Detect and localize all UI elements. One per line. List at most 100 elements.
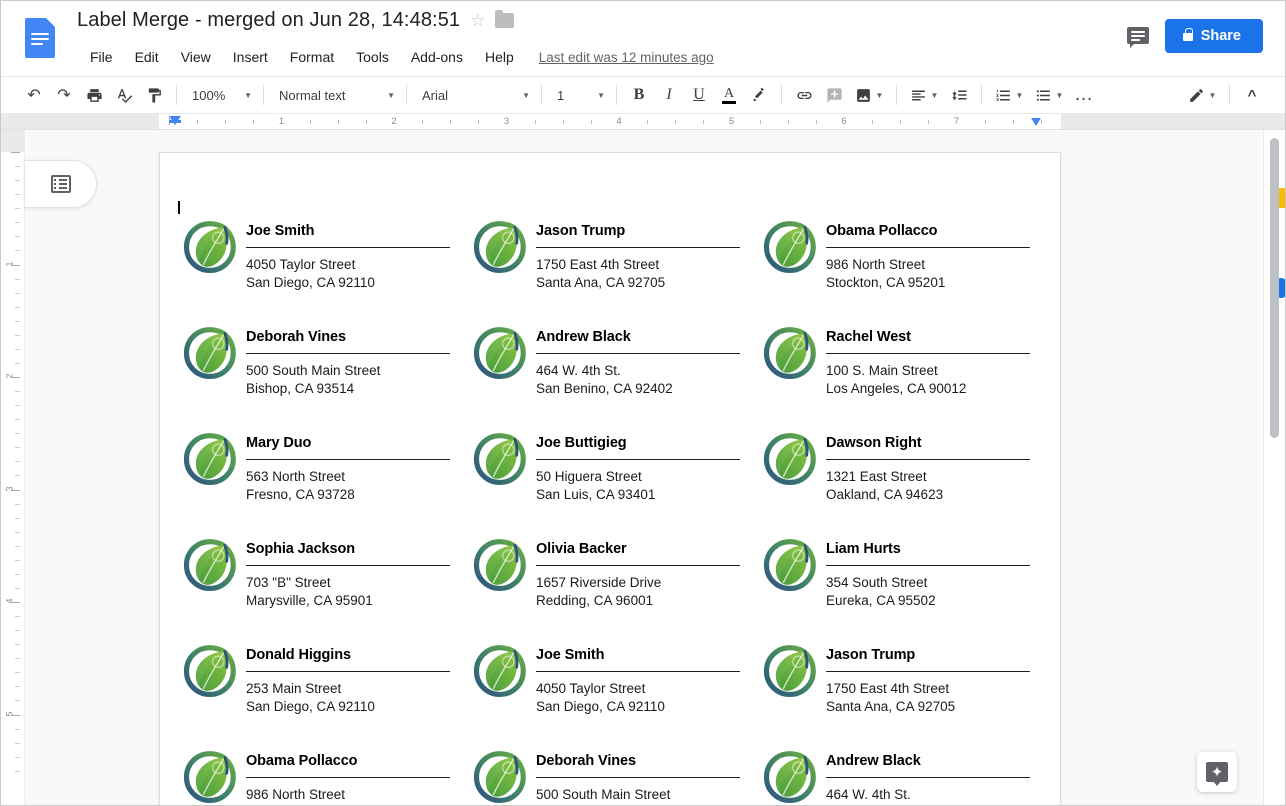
highlight-icon[interactable] — [744, 81, 774, 109]
label-recipient-name: Andrew Black — [826, 753, 921, 769]
vruler-tick — [15, 573, 20, 575]
right-indent-marker[interactable] — [1031, 118, 1041, 126]
align-icon[interactable]: ▼ — [904, 81, 944, 109]
horizontal-ruler[interactable]: 1 2 3 4 5 6 7 — [1, 113, 1285, 130]
label-cell: Sophia Jackson 703 "B" Street Marysville, … — [178, 531, 468, 637]
underline-button[interactable]: U — [684, 81, 714, 109]
paragraph-style-value: Normal text — [279, 87, 346, 103]
label-city: Santa Ana, CA 92705 — [536, 275, 666, 290]
numbered-list-icon[interactable]: ▼ — [989, 81, 1029, 109]
print-icon[interactable] — [79, 81, 109, 109]
chevron-down-icon: ▼ — [1055, 90, 1064, 100]
bold-button[interactable]: B — [624, 81, 654, 109]
label-street: 500 South Main Street — [536, 787, 671, 802]
line-spacing-icon[interactable] — [944, 81, 974, 109]
font-size-select[interactable]: 1 ▼ — [549, 82, 609, 109]
font-family-select[interactable]: Arial ▼ — [414, 82, 534, 109]
left-indent-marker[interactable] — [169, 116, 181, 125]
collapse-toolbar-icon[interactable]: ^ — [1237, 81, 1267, 109]
label-recipient-name: Obama Pollacco — [826, 223, 938, 239]
label-recipient-name: Jason Trump — [536, 223, 626, 239]
ruler-tick — [422, 120, 424, 124]
menu-format[interactable]: Format — [279, 46, 345, 68]
document-outline-button[interactable] — [25, 160, 97, 208]
paint-format-icon[interactable] — [139, 81, 169, 109]
menu-insert[interactable]: Insert — [222, 46, 279, 68]
vruler-tick — [15, 770, 20, 772]
spellcheck-icon[interactable] — [109, 81, 139, 109]
vruler-tick — [15, 531, 20, 533]
chevron-down-icon: ▼ — [1015, 90, 1024, 100]
scrollbar-thumb[interactable] — [1270, 138, 1279, 438]
zoom-select[interactable]: 100% ▼ — [184, 82, 256, 109]
explore-button[interactable]: ✦ — [1197, 752, 1237, 792]
label-city: Stockton, CA 95201 — [826, 275, 946, 290]
menu-help[interactable]: Help — [474, 46, 525, 68]
vruler-number: 3 — [4, 485, 15, 492]
vruler-tick — [15, 461, 20, 463]
label-address: 1321 East Street Oakland, CA 94623 — [826, 468, 1030, 504]
menu-addons[interactable]: Add-ons — [400, 46, 474, 68]
explore-star-glyph: ✦ — [1210, 763, 1224, 781]
insert-link-icon[interactable] — [789, 81, 819, 109]
editing-mode-icon[interactable]: ▼ — [1182, 81, 1222, 109]
label-text-block: Obama Pollacco 986 North Street Stockton, … — [826, 213, 1048, 292]
bulleted-list-icon[interactable]: ▼ — [1029, 81, 1069, 109]
insert-image-icon[interactable]: ▼ — [849, 81, 889, 109]
menu-file[interactable]: File — [79, 46, 124, 68]
vruler-tick — [15, 686, 20, 688]
ruler-track: 1 2 3 4 5 6 7 — [159, 114, 1225, 129]
star-icon[interactable]: ☆ — [470, 12, 485, 29]
label-text-block: Joe Smith 4050 Taylor Street San Diego, CA… — [536, 637, 758, 716]
comment-icon[interactable] — [1126, 26, 1149, 48]
text-color-button[interactable]: A — [714, 81, 744, 109]
font-size-value: 1 — [557, 87, 565, 103]
label-divider — [536, 671, 740, 672]
ruler-tick — [815, 120, 817, 124]
label-divider — [536, 565, 740, 566]
label-address: 464 W. 4th St.San Benino, CA 92402 — [826, 786, 1030, 805]
add-comment-icon[interactable] — [819, 81, 849, 109]
label-address: 100 S. Main Street Los Angeles, CA 90012 — [826, 362, 1030, 398]
company-leaf-logo-icon — [468, 219, 528, 277]
italic-button[interactable]: I — [654, 81, 684, 109]
label-street: 986 North Street — [826, 257, 926, 272]
app-header: Label Merge - merged on Jun 28, 14:48:51… — [1, 1, 1285, 76]
vertical-scrollbar[interactable] — [1270, 138, 1279, 798]
ruler-tick — [703, 120, 705, 124]
move-to-folder-icon[interactable] — [495, 10, 515, 28]
vruler-tick — [15, 447, 20, 449]
share-button-label: Share — [1200, 28, 1241, 44]
ruler-tick — [365, 120, 367, 124]
document-page[interactable]: Joe Smith 4050 Taylor Street San Diego, CA… — [159, 152, 1061, 805]
label-recipient-name: Obama Pollacco — [246, 753, 358, 769]
label-cell: Rachel West 100 S. Main Street Los Angeles… — [758, 319, 1048, 425]
company-leaf-logo-icon — [468, 431, 528, 489]
ruler-tick — [562, 120, 564, 124]
chevron-down-icon: ▼ — [930, 90, 939, 100]
paragraph-style-select[interactable]: Normal text ▼ — [271, 82, 399, 109]
more-options-icon[interactable]: … — [1069, 81, 1099, 109]
label-city: Eureka, CA 95502 — [826, 593, 936, 608]
label-street: 50 Higuera Street — [536, 469, 642, 484]
menu-view[interactable]: View — [170, 46, 222, 68]
label-address: 986 North Street Stockton, CA 95201 — [826, 256, 1030, 292]
label-cell: Andrew Black 464 W. 4th St.San Benino, CA… — [758, 743, 1048, 805]
menu-edit[interactable]: Edit — [124, 46, 170, 68]
undo-icon[interactable]: ↶ — [19, 81, 49, 109]
label-street: 100 S. Main Street — [826, 363, 938, 378]
vruler-tick — [15, 391, 20, 393]
redo-icon[interactable]: ↷ — [49, 81, 79, 109]
chevron-down-icon: ▼ — [597, 90, 605, 100]
label-address: 4050 Taylor Street San Diego, CA 92110 — [536, 680, 740, 716]
ruler-tick — [787, 120, 789, 124]
label-recipient-name: Deborah Vines — [246, 329, 346, 345]
page-title[interactable]: Label Merge - merged on Jun 28, 14:48:51 — [77, 9, 460, 32]
label-recipient-name: Joe Buttigieg — [536, 435, 627, 451]
last-edit-link[interactable]: Last edit was 12 minutes ago — [539, 50, 714, 65]
label-divider — [826, 353, 1030, 354]
share-button[interactable]: Share — [1164, 19, 1263, 53]
menu-tools[interactable]: Tools — [345, 46, 400, 68]
vruler-tick — [15, 630, 20, 632]
vruler-tick — [15, 166, 20, 168]
